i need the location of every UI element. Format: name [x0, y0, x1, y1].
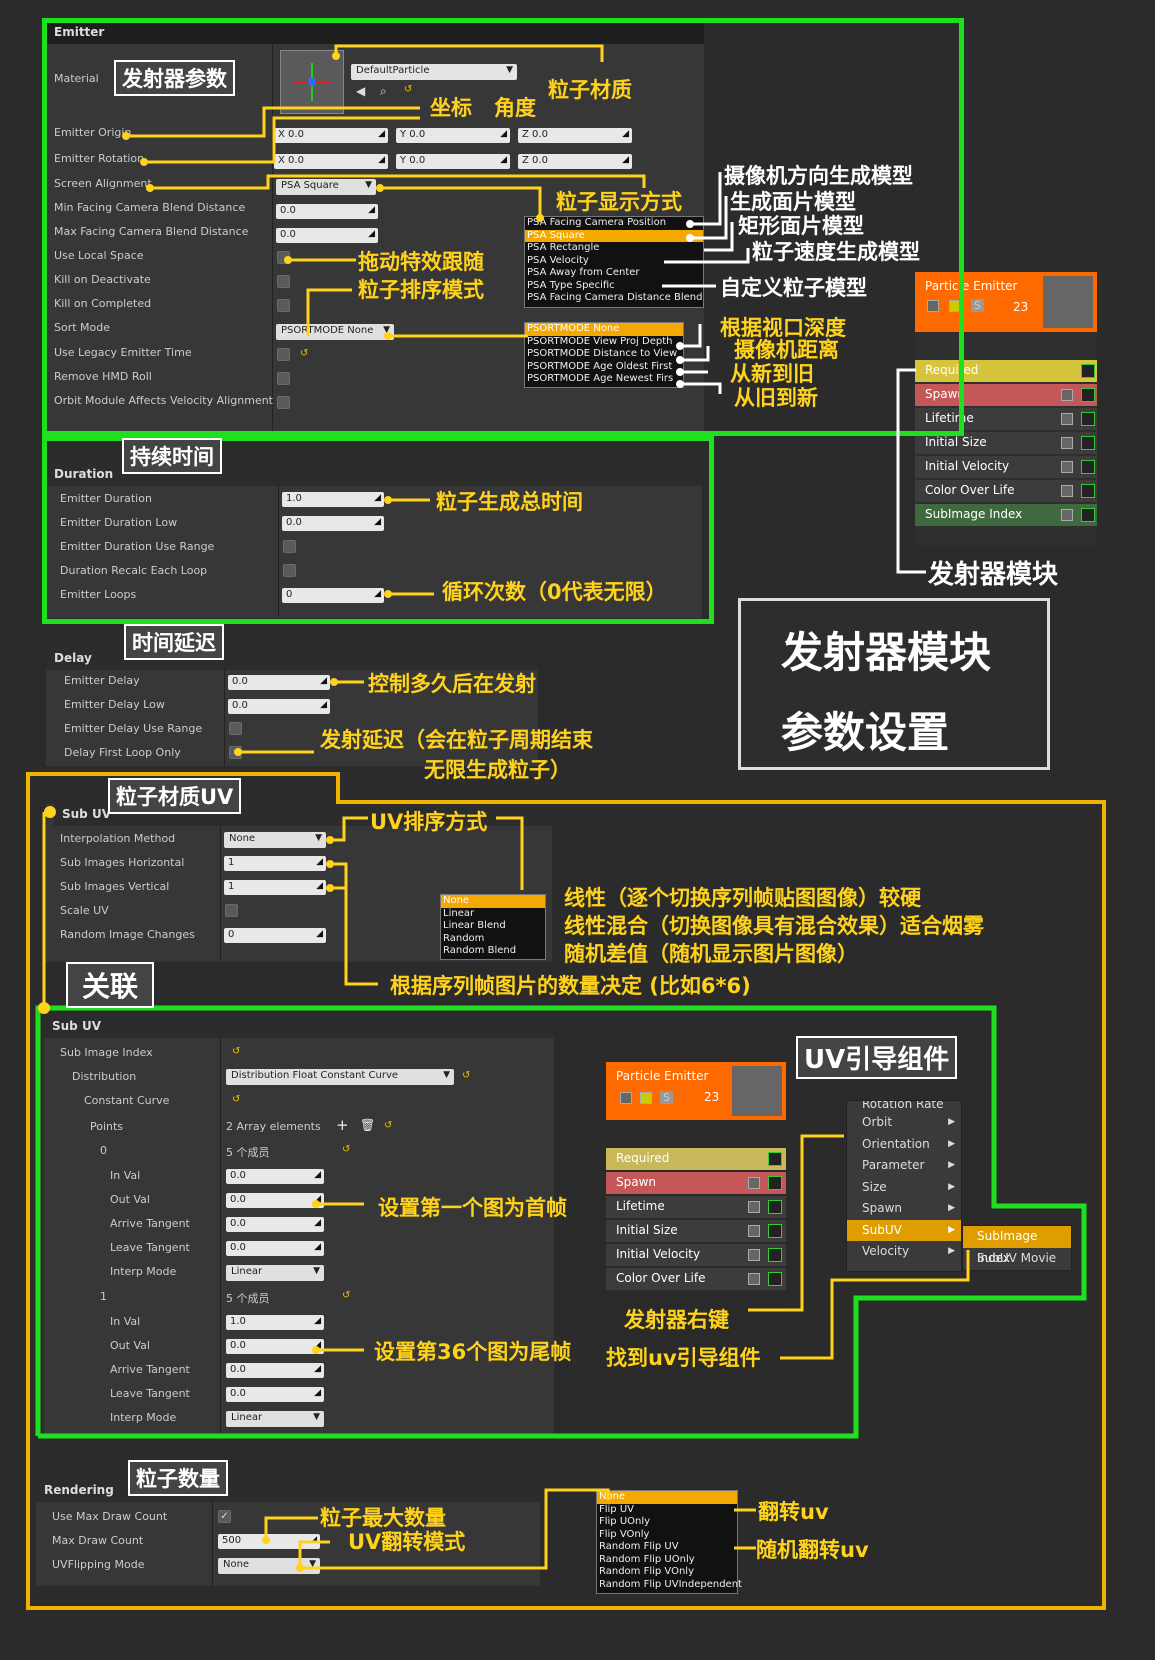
- ann-delay-first: 发射延迟（会在粒子周期结束: [320, 728, 593, 752]
- ann-local: 拖动特效跟随: [358, 250, 484, 274]
- ann-oldnew: 从旧到新: [734, 386, 818, 410]
- ann-delay-ctrl: 控制多久后在发射: [368, 672, 536, 696]
- ann-vel: 粒子速度生成模型: [752, 240, 920, 264]
- ann-last: 设置第36个图为尾帧: [374, 1340, 572, 1364]
- tag-delay: 时间延迟: [124, 624, 224, 660]
- ann-dur-total: 粒子生成总时间: [436, 490, 583, 514]
- ann-blend: 线性混合（切换图像具有混合效果）适合烟雾: [564, 914, 984, 938]
- ann-material: 粒子材质: [548, 78, 632, 102]
- tag-uv: 粒子材质UV: [108, 778, 242, 814]
- ann-uv-sort: UV排序方式: [370, 810, 488, 834]
- ann-delay-first2: 无限生成粒子）: [424, 758, 571, 782]
- ann-linear: 线性（逐个切换序列帧贴图图像）较硬: [564, 886, 921, 910]
- ann-find: 找到uv引导组件: [606, 1346, 761, 1370]
- ann-random: 随机差值（随机显示图片图像）: [564, 942, 858, 966]
- ann-count-by: 根据序列帧图片的数量决定 (比如6*6): [390, 974, 751, 998]
- summary-line-2: 参数设置: [781, 708, 950, 757]
- ann-angle: 角度: [494, 96, 536, 120]
- tag-duration: 持续时间: [122, 438, 222, 474]
- connector-lines: [35, 44, 1087, 1572]
- tag-uv-comp: UV引导组件: [796, 1036, 958, 1079]
- summary-line-1: 发射器模块: [781, 628, 992, 677]
- tag-link: 关联: [66, 962, 155, 1008]
- ann-sort: 粒子排序模式: [358, 278, 484, 302]
- ann-rclick: 发射器右键: [624, 1308, 729, 1332]
- summary-box: 发射器模块 参数设置: [738, 598, 1050, 770]
- tag-emitter-params: 发射器参数: [114, 60, 235, 96]
- ann-loops: 循环次数（0代表无限）: [442, 580, 667, 604]
- ann-coord: 坐标: [430, 96, 472, 120]
- ann-first: 设置第一个图为首帧: [378, 1196, 567, 1220]
- ann-module: 发射器模块: [928, 560, 1059, 590]
- ann-display: 粒子显示方式: [556, 190, 682, 214]
- ann-randflip: 随机翻转uv: [756, 1538, 869, 1562]
- ann-flipuv: 翻转uv: [758, 1500, 829, 1524]
- ann-custom: 自定义粒子模型: [720, 276, 867, 300]
- tag-num: 粒子数量: [128, 1460, 228, 1496]
- ann-flipmode: UV翻转模式: [348, 1530, 466, 1554]
